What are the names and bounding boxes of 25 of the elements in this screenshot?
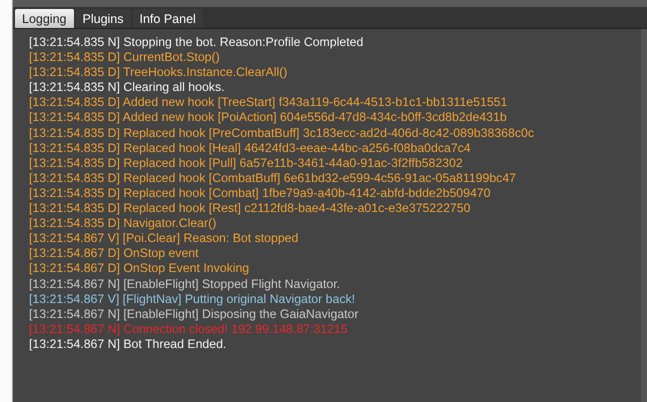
log-line: [13:21:54.867 N] [EnableFlight] Stopped Flight Navigator.: [29, 276, 342, 292]
log-line: [13:21:54.867 D] OnStop Event Invoking: [29, 261, 250, 276]
log-line: [13:21:54.835 N] Stopping the bot. Reason:Profile Completed: [29, 35, 364, 50]
log-line: [13:21:54.867 D] OnStop event: [29, 246, 200, 262]
log-line: [13:21:54.867 N] Connection closed! 192.99.148.87:31215: [29, 322, 349, 337]
log-line: [13:21:54.835 D] Replaced hook [Combat] 1fbe79a9-a40b-4142-abfd-bdde2b509470: [29, 186, 492, 202]
log-line: [13:21:54.835 D] Navigator.Clear(): [29, 216, 218, 232]
scrollbar[interactable]: [641, 29, 647, 402]
log-line: [13:21:54.835 D] CurrentBot.Stop(): [29, 50, 221, 66]
log-line: [13:21:54.835 D] Replaced hook [CombatBuff] 6e61bd32-e599-4c56-91ac-05a81199bc47: [29, 170, 517, 186]
log-line: [13:21:54.867 N] [EnableFlight] Disposing the GaiaNavigator: [29, 306, 360, 322]
log-line: [13:21:54.835 D] Replaced hook [Heal] 46424fd3-eeae-44bc-a256-f08ba0dca7c4: [29, 140, 472, 156]
log-line: [13:21:54.835 D] Added new hook [PoiAction] 604e556d-47d8-434c-b0ff-3cd8b2de431b: [29, 110, 508, 126]
log-line: [13:21:54.867 N] Bot Thread Ended.: [29, 336, 228, 352]
log-line: [13:21:54.835 D] Replaced hook [PreCombatBuff] 3c183ecc-ad2d-406d-8c42-089b38368c0c: [29, 126, 535, 141]
log-line: [13:21:54.835 D] Added new hook [TreeStart] f343a119-6c44-4513-b1c1-bb1311e51551: [29, 95, 508, 110]
log-line: [13:21:54.867 V] [FlightNav] Putting original Navigator back!: [29, 292, 356, 307]
tab[interactable]: Plugins: [76, 9, 130, 28]
tab[interactable]: Info Panel: [132, 9, 203, 28]
log-line: [13:21:54.835 D] Replaced hook [Rest] c2112fd8-bae4-43fe-a01c-e3e375222750: [29, 201, 472, 216]
tab[interactable]: Logging: [15, 9, 74, 28]
log-line: [13:21:54.835 D] TreeHooks.Instance.ClearAll(): [29, 65, 288, 80]
log-line: [13:21:54.867 V] [Poi.Clear] Reason: Bot stopped: [29, 231, 300, 246]
log-line: [13:21:54.835 D] Replaced hook [Pull] 6a57e11b-3461-44a0-91ac-3f2ffb582302: [29, 156, 464, 171]
log-line: [13:21:54.835 N] Clearing all hooks.: [29, 80, 226, 96]
